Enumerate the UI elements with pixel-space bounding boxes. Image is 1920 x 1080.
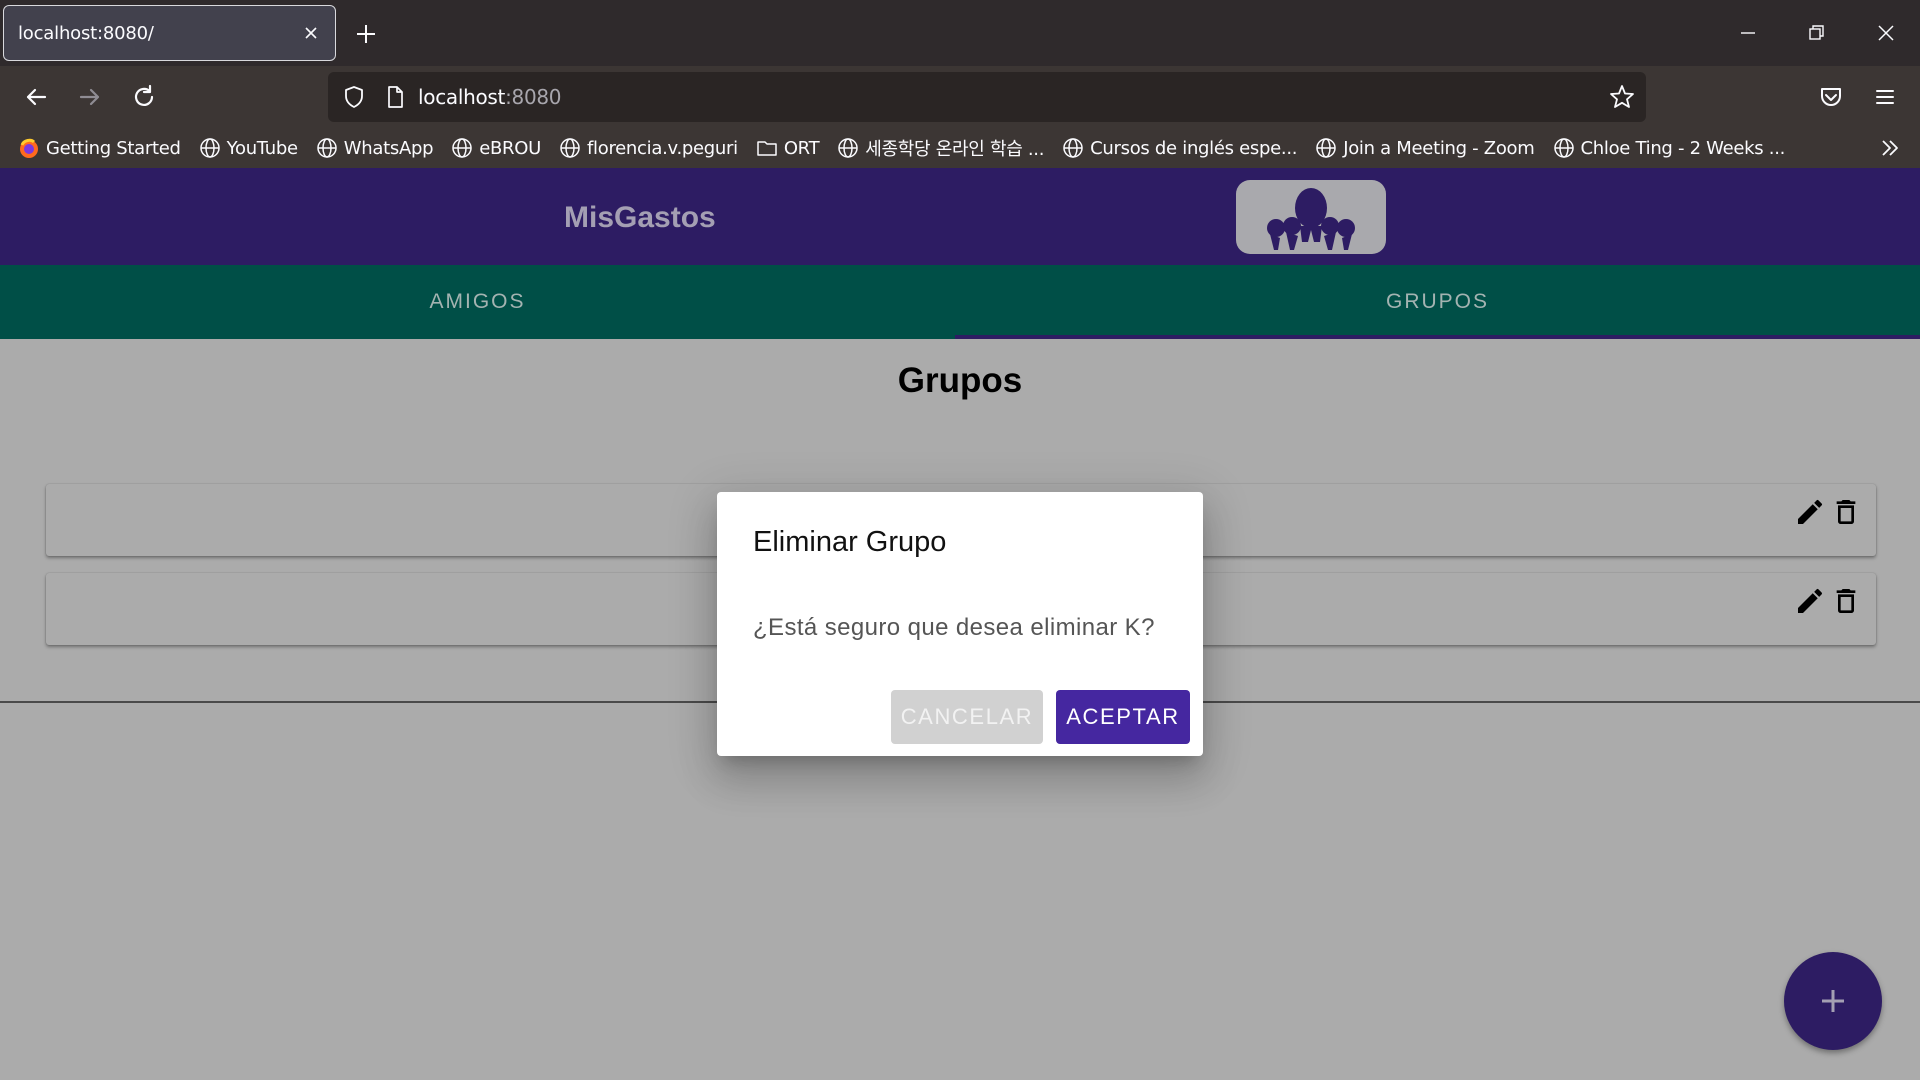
url-port: :8080 [505,85,562,109]
bookmark-label: eBROU [479,137,541,159]
browser-nav-bar: localhost:8080 [0,66,1920,128]
minimize-icon[interactable] [1733,18,1763,48]
dialog-title: Eliminar Grupo [753,526,947,558]
tab-title: localhost:8080/ [18,22,154,44]
restore-icon[interactable] [1801,18,1831,48]
globe-icon [1062,137,1084,159]
menu-icon[interactable] [1869,81,1901,113]
trash-icon[interactable] [1830,496,1862,528]
globe-icon [559,137,581,159]
bookmark-label: WhatsApp [343,137,434,159]
bookmark-cursos-ingles[interactable]: Cursos de inglés espe... [1062,137,1297,159]
page-title: Grupos [897,361,1023,400]
shield-icon[interactable] [340,83,368,111]
bookmark-florencia[interactable]: florencia.v.peguri [559,137,738,159]
bookmark-chloe-ting[interactable]: Chloe Ting - 2 Weeks ... [1553,137,1786,159]
bookmark-label: florencia.v.peguri [587,137,738,159]
folder-icon [756,137,778,159]
bookmark-label: Getting Started [46,137,181,159]
bookmark-label: Cursos de inglés espe... [1090,137,1298,159]
app-title: MisGastos [564,201,716,234]
globe-icon [1553,137,1575,159]
bookmark-sejong[interactable]: 세종학당 온라인 학습 ... [837,135,1044,161]
back-arrow-icon[interactable] [20,81,52,113]
bookmark-label: ORT [783,137,820,159]
app-header: MisGastos [0,168,1920,265]
browser-tab[interactable]: localhost:8080/ [3,5,336,61]
add-group-button[interactable] [1784,952,1882,1050]
plus-icon [1816,984,1850,1018]
globe-icon [199,137,221,159]
browser-tab-bar: localhost:8080/ [0,0,1920,66]
new-tab-icon[interactable] [352,20,380,48]
bookmark-label: YouTube [226,137,298,159]
edit-pencil-icon[interactable] [1794,585,1826,617]
globe-icon [1315,137,1337,159]
window-close-icon[interactable] [1871,18,1901,48]
bookmark-folder-ort[interactable]: ORT [756,137,820,159]
tab-amigos[interactable]: AMIGOS [0,265,955,339]
bookmark-label: 세종학당 온라인 학습 ... [865,139,1045,160]
address-bar[interactable]: localhost:8080 [328,72,1646,122]
delete-group-dialog: Eliminar Grupo ¿Está seguro que desea el… [717,492,1203,756]
edit-pencil-icon[interactable] [1794,496,1826,528]
bookmark-label: Join a Meeting - Zoom [1343,137,1535,159]
url-host: localhost [418,85,506,109]
people-group-logo-icon [1236,180,1386,254]
active-tab-indicator [955,335,1920,339]
trash-icon[interactable] [1830,585,1862,617]
tab-grupos[interactable]: GRUPOS [955,265,1920,339]
pocket-icon[interactable] [1815,81,1847,113]
cancel-button[interactable]: Cancelar [891,690,1043,744]
dialog-message: ¿Está seguro que desea eliminar K? [753,614,1155,641]
page-icon[interactable] [382,84,408,110]
globe-icon [837,137,859,159]
bookmark-whatsapp[interactable]: WhatsApp [316,137,434,159]
bookmark-label: Chloe Ting - 2 Weeks ... [1580,137,1786,159]
app-tabs: AMIGOS GRUPOS [0,265,1920,339]
close-tab-icon[interactable] [301,23,321,43]
url-text[interactable]: localhost:8080 [418,85,562,109]
chevron-double-right-icon[interactable] [1878,136,1902,160]
globe-icon [451,137,473,159]
globe-icon [316,137,338,159]
bookmark-zoom[interactable]: Join a Meeting - Zoom [1315,137,1535,159]
accept-button[interactable]: Aceptar [1056,690,1190,744]
forward-arrow-icon[interactable] [74,81,106,113]
bookmark-youtube[interactable]: YouTube [199,137,298,159]
bookmark-ebrou[interactable]: eBROU [451,137,541,159]
reload-icon[interactable] [128,81,160,113]
bookmark-getting-started[interactable]: Getting Started [18,137,181,159]
bookmarks-bar: Getting Started YouTube WhatsApp eBROU f… [0,128,1920,168]
firefox-icon [18,137,40,159]
star-icon[interactable] [1608,83,1636,111]
